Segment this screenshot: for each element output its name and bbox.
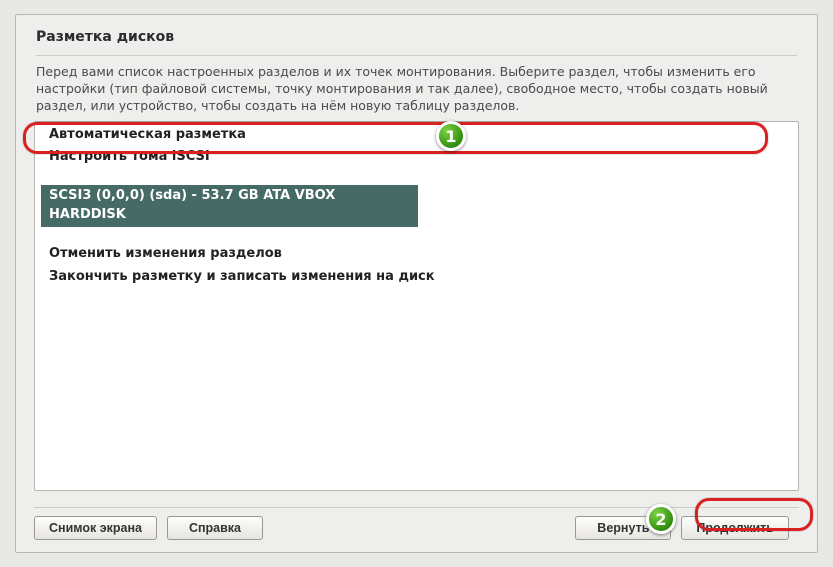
partition-list: Автоматическая разметка Настроить тома i… [34,121,799,491]
list-item-undo[interactable]: Отменить изменения разделов [35,243,798,266]
annotation-badge-1: 1 [436,121,466,151]
screenshot-button[interactable]: Снимок экрана [34,516,157,540]
list-item-iscsi[interactable]: Настроить тома iSCSI [35,146,798,169]
list-item-disk[interactable]: SCSI3 (0,0,0) (sda) - 53.7 GB ATA VBOX H… [41,185,418,227]
list-item-auto-partition[interactable]: Автоматическая разметка [35,124,798,147]
partition-window: Разметка дисков Перед вами список настро… [15,14,818,553]
window-title: Разметка дисков [16,15,817,55]
list-item-disk-wrap: SCSI3 (0,0,0) (sda) - 53.7 GB ATA VBOX H… [35,185,798,227]
button-bar: Снимок экрана Справка Вернуть Продолжить [34,507,799,540]
list-item-finish[interactable]: Закончить разметку и записать изменения … [35,266,798,289]
instructions-text: Перед вами список настроенных разделов и… [36,55,797,115]
list-gap [35,229,798,243]
annotation-badge-2: 2 [646,504,676,534]
help-button[interactable]: Справка [167,516,263,540]
continue-button[interactable]: Продолжить [681,516,789,540]
list-gap [35,169,798,183]
